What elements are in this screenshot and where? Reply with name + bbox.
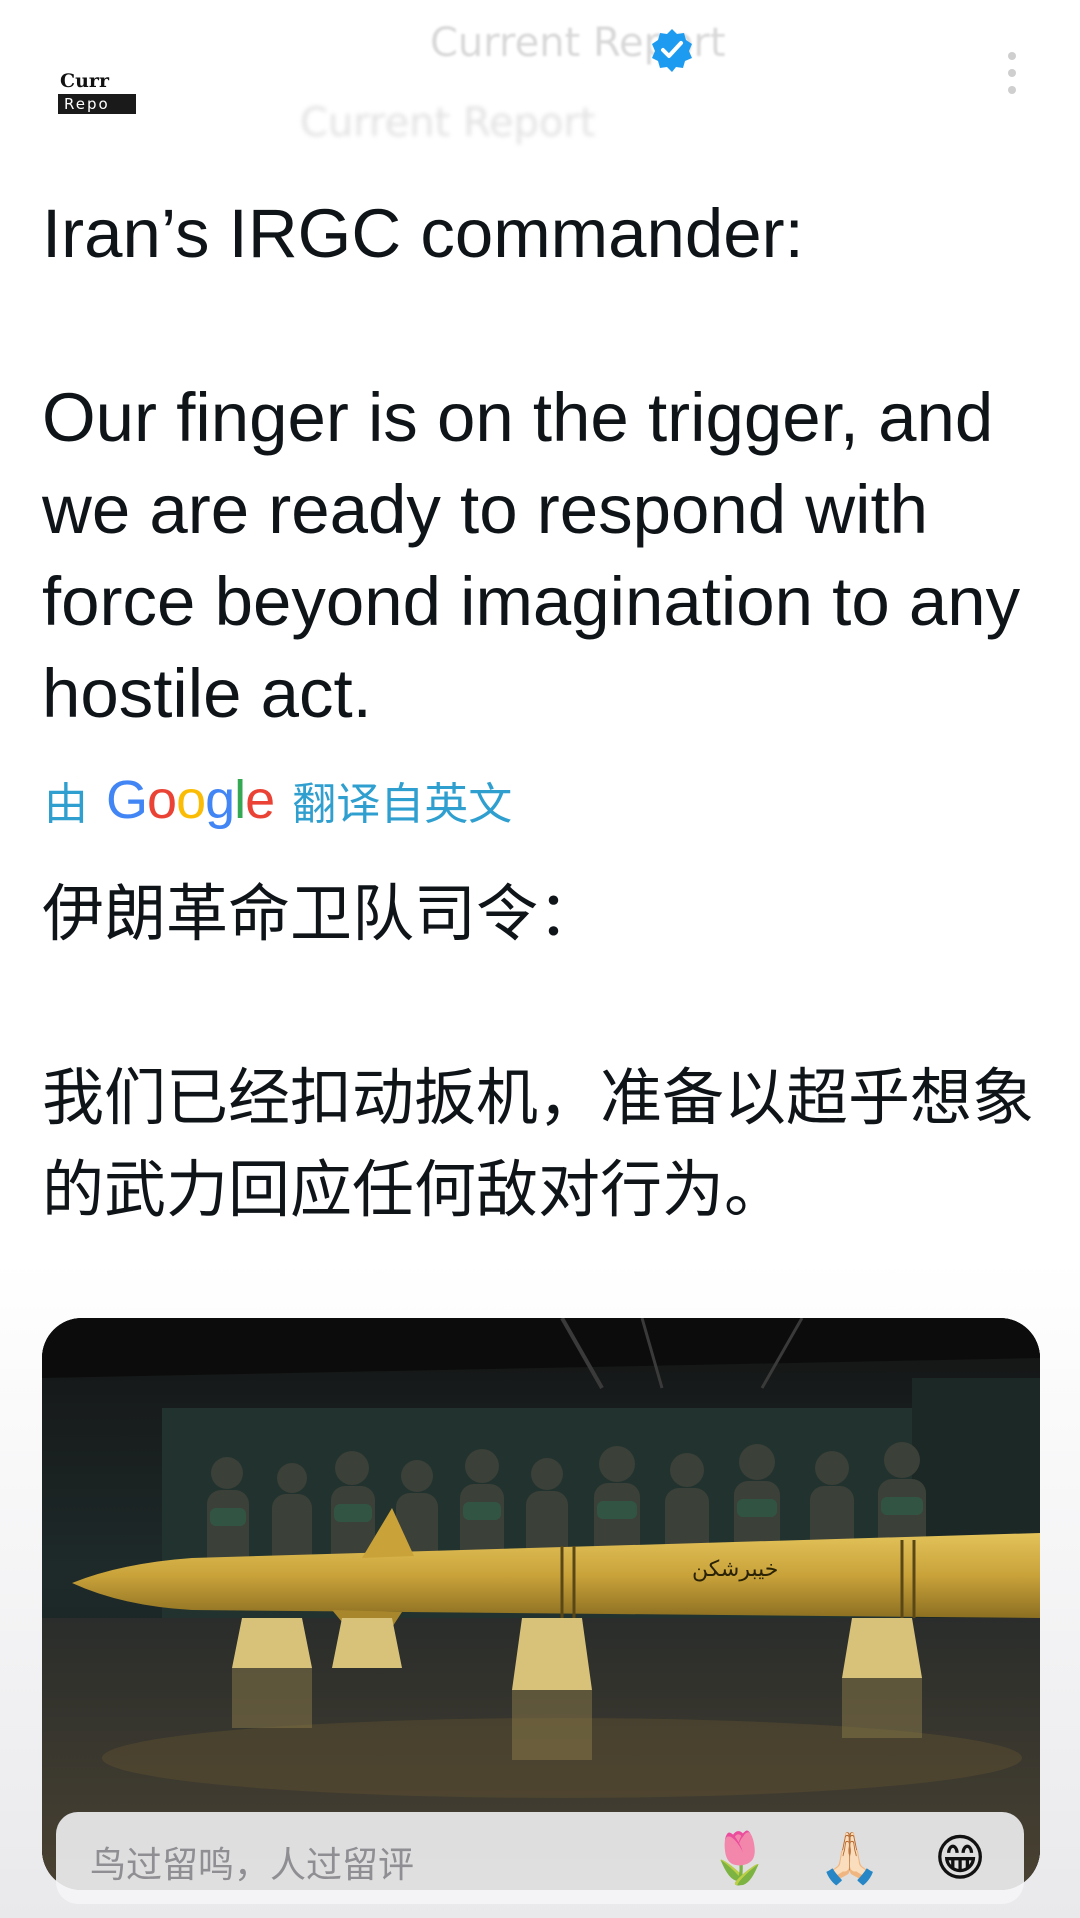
translate-suffix: 翻译自英文 [292,779,513,830]
pray-emoji-icon[interactable]: 🙏🏻 [818,1826,882,1890]
grin-emoji-icon[interactable]: 😁 [928,1826,992,1890]
post-detail-page: Curr Repo Current Report Current Report … [0,0,1080,1918]
account-handle[interactable]: Current Report [300,100,596,146]
comment-placeholder[interactable]: 鸟过留鸣，人过留评 [90,1836,414,1888]
post-text-english: Iran’s IRGC commander: Our finger is on … [42,195,1021,732]
account-avatar[interactable]: Curr Repo [56,64,142,118]
more-vertical-icon[interactable] [1000,52,1024,102]
comment-input-bar[interactable]: 鸟过留鸣，人过留评 🌷 🙏🏻 😁 [56,1812,1024,1904]
post-media-image[interactable]: خیبرشکن [42,1318,1040,1890]
google-logo-icon: Google [106,770,275,830]
avatar-logo-bottom: Repo [58,94,136,114]
translate-prefix: 由 [44,779,88,830]
translation-attribution[interactable]: 由 Google 翻译自英文 [44,770,512,830]
post-text-translated: 伊朗革命卫队司令： 我们已经扣动扳机，准备以超乎想象的武力回应任何敌对行为。 [42,877,1035,1226]
tulip-emoji-icon[interactable]: 🌷 [708,1826,772,1890]
verified-badge-icon [652,29,692,72]
avatar-logo-top: Curr [60,70,109,92]
post-header: Curr Repo Current Report Current Report [0,0,1080,150]
missile-image: خیبرشکن [42,1318,1040,1890]
missile-inscription: خیبرشکن [692,1557,778,1582]
